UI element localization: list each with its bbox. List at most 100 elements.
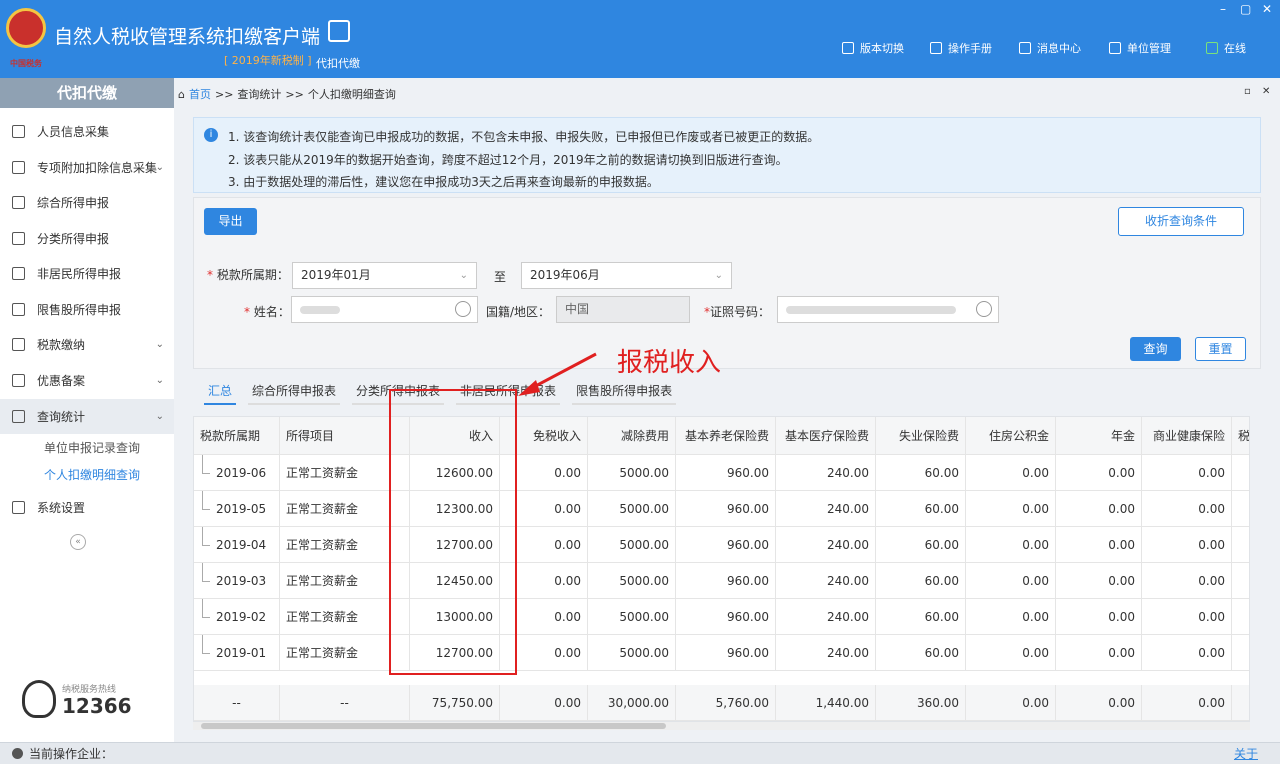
table-cell: 0.00 xyxy=(1142,685,1232,720)
table-cell xyxy=(1232,635,1249,670)
tree-connector xyxy=(202,599,210,618)
table-cell xyxy=(1232,527,1249,562)
table-cell: 60.00 xyxy=(876,491,966,526)
table-cell: 960.00 xyxy=(676,491,776,526)
export-button[interactable]: 导出 xyxy=(204,208,257,235)
table-cell xyxy=(1232,491,1249,526)
sidebar-item-special-deduction[interactable]: 专项附加扣除信息采集 ⌄ xyxy=(0,150,174,185)
version-switch-link[interactable]: 版本切换 xyxy=(842,40,904,56)
to-label: 至 xyxy=(494,270,507,284)
period-from-select[interactable]: 2019年01月 ⌄ xyxy=(292,262,477,289)
tab-summary[interactable]: 汇总 xyxy=(204,380,237,405)
table-total-row[interactable]: -- -- 75,750.00 0.00 30,000.00 5,760.00 1,440.… xyxy=(194,685,1249,721)
chevron-down-icon: ⌄ xyxy=(155,411,164,422)
chevron-down-icon: ⌄ xyxy=(155,339,164,350)
restore-tab-icon[interactable]: ▫ xyxy=(1244,86,1251,97)
sidebar-subitem-unit-records[interactable]: 单位申报记录查询 xyxy=(0,435,174,461)
gear-icon xyxy=(12,501,25,514)
manual-icon xyxy=(930,42,942,54)
tab-restricted-stock[interactable]: 限售股所得申报表 xyxy=(572,380,677,405)
table-cell: 5000.00 xyxy=(588,527,676,562)
sidebar-item-restricted-stock[interactable]: 限售股所得申报 xyxy=(0,292,174,327)
notice-line: 1. 该查询统计表仅能查询已申报成功的数据，不包含未申报、申报失败，已申报但已作… xyxy=(228,130,820,144)
table-header-cell: 商业健康保险 xyxy=(1142,417,1232,454)
annotation-text: 报税收入 xyxy=(617,348,722,378)
unit-management-link[interactable]: 单位管理 xyxy=(1109,40,1171,56)
table-header-cell: 税款所属期 xyxy=(194,417,280,454)
table-header-cell: 税 xyxy=(1232,417,1249,454)
table-row[interactable]: 2019-01 正常工资薪金 12700.00 0.00 5000.00 960.00 24… xyxy=(194,635,1249,671)
table-cell: 5000.00 xyxy=(588,635,676,670)
table-row[interactable]: 2019-03 正常工资薪金 12450.00 0.00 5000.00 960.00 24… xyxy=(194,563,1249,599)
pie-icon xyxy=(12,232,25,245)
name-input[interactable] xyxy=(291,296,478,323)
bar-chart-icon xyxy=(12,303,25,316)
sidebar-item-comprehensive[interactable]: 综合所得申报 xyxy=(0,185,174,220)
sidebar-header: 代扣代缴 xyxy=(0,78,174,108)
collapse-filters-button[interactable]: 收折查询条件 xyxy=(1118,207,1244,236)
minimize-button[interactable]: – xyxy=(1220,2,1226,16)
id-number-input[interactable] xyxy=(777,296,999,323)
table-cell: 240.00 xyxy=(776,635,876,670)
horizontal-scrollbar[interactable] xyxy=(193,722,1250,730)
sidebar-subitem-personal-details[interactable]: 个人扣缴明细查询 xyxy=(0,462,174,488)
sidebar-item-nonresident[interactable]: 非居民所得申报 xyxy=(0,256,174,291)
restore-button[interactable]: ▢ xyxy=(1240,2,1251,16)
person-icon xyxy=(12,125,25,138)
query-button[interactable]: 查询 xyxy=(1130,337,1181,361)
sidebar-item-tax-payment[interactable]: 税款缴纳 ⌄ xyxy=(0,327,174,362)
current-company-label: 当前操作企业： xyxy=(29,747,114,761)
table-row[interactable]: 2019-05 正常工资薪金 12300.00 0.00 5000.00 960.00 24… xyxy=(194,491,1249,527)
period-to-select[interactable]: 2019年06月 ⌄ xyxy=(521,262,732,289)
reset-button[interactable]: 重置 xyxy=(1195,337,1246,361)
table-row[interactable]: 2019-02 正常工资薪金 13000.00 0.00 5000.00 960.00 24… xyxy=(194,599,1249,635)
table-cell: 0.00 xyxy=(966,635,1056,670)
manual-link[interactable]: 操作手册 xyxy=(930,40,992,56)
table-cell: 0.00 xyxy=(966,527,1056,562)
table-cell: 960.00 xyxy=(676,599,776,634)
search-icon[interactable] xyxy=(976,301,992,317)
sidebar-item-classified[interactable]: 分类所得申报 xyxy=(0,221,174,256)
close-tab-icon[interactable]: ✕ xyxy=(1262,86,1270,97)
chevron-down-icon: ⌄ xyxy=(155,375,164,386)
hotline-number: 12366 xyxy=(62,694,132,718)
table-row[interactable]: 2019-04 正常工资薪金 12700.00 0.00 5000.00 960.00 24… xyxy=(194,527,1249,563)
sidebar-item-personnel[interactable]: 人员信息采集 xyxy=(0,114,174,149)
hotline-icon xyxy=(22,680,56,718)
tab-comprehensive[interactable]: 综合所得申报表 xyxy=(248,380,341,405)
sidebar-item-query-stats[interactable]: 查询统计 ⌄ xyxy=(0,399,174,434)
about-link[interactable]: 关于 xyxy=(1234,745,1258,762)
online-status[interactable]: 在线 xyxy=(1206,40,1246,56)
breadcrumb-level2: 个人扣缴明细查询 xyxy=(307,88,396,101)
search-icon[interactable] xyxy=(455,301,471,317)
table-cell: 60.00 xyxy=(876,455,966,490)
table-cell xyxy=(1232,599,1249,634)
table-cell: 60.00 xyxy=(876,635,966,670)
tree-connector xyxy=(202,527,210,546)
table-cell: 0.00 xyxy=(1142,599,1232,634)
home-icon[interactable]: ⌂ xyxy=(178,88,185,101)
file-icon xyxy=(12,374,25,387)
table-cell: 60.00 xyxy=(876,599,966,634)
table-cell: 75,750.00 xyxy=(410,685,500,720)
table-cell: 5000.00 xyxy=(588,491,676,526)
breadcrumb-home[interactable]: 首页 xyxy=(189,86,211,102)
sidebar-item-settings[interactable]: 系统设置 xyxy=(0,490,174,525)
scrollbar-thumb[interactable] xyxy=(201,723,666,729)
breadcrumb-separator: >> xyxy=(214,87,234,101)
status-bar: 当前操作企业： 关于 xyxy=(0,742,1280,764)
table-cell: 1,440.00 xyxy=(776,685,876,720)
table-cell: 0.00 xyxy=(1142,527,1232,562)
close-button[interactable]: ✕ xyxy=(1262,2,1272,16)
table-cell: 60.00 xyxy=(876,527,966,562)
table-cell: 960.00 xyxy=(676,635,776,670)
message-center-link[interactable]: 消息中心 xyxy=(1019,40,1081,56)
table-header-cell: 失业保险费 xyxy=(876,417,966,454)
query-icon xyxy=(12,410,25,423)
sidebar-collapse-button[interactable]: « xyxy=(70,534,86,550)
wallet-icon xyxy=(328,20,350,42)
sidebar-item-preferential[interactable]: 优惠备案 ⌄ xyxy=(0,363,174,398)
online-icon xyxy=(1206,42,1218,54)
annotation-highlight-box xyxy=(389,389,517,675)
table-row[interactable]: 2019-06 正常工资薪金 12600.00 0.00 5000.00 960.00 24… xyxy=(194,455,1249,491)
